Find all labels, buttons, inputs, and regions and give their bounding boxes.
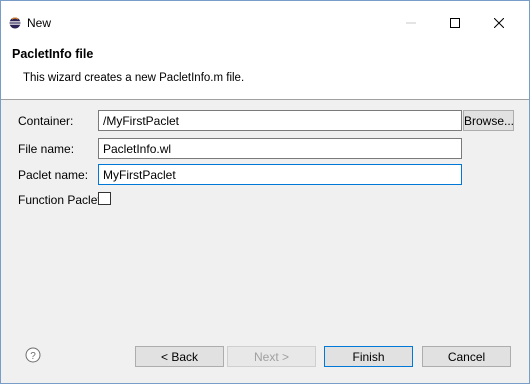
browse-button[interactable]: Browse... [463, 110, 514, 131]
finish-button[interactable]: Finish [324, 346, 413, 367]
container-label: Container: [18, 114, 74, 128]
minimize-button[interactable] [389, 9, 433, 37]
svg-text:?: ? [30, 351, 36, 362]
file-name-label: File name: [18, 142, 75, 156]
page-description: This wizard creates a new PacletInfo.m f… [23, 72, 245, 84]
next-button[interactable]: Next > [227, 346, 316, 367]
paclet-name-label: Paclet name: [18, 168, 89, 182]
help-icon[interactable]: ? [25, 347, 41, 363]
new-wizard-dialog: New PacletInfo file This wizard creates … [0, 0, 530, 384]
minimize-icon [406, 22, 416, 24]
container-input[interactable] [98, 110, 462, 131]
close-icon [494, 18, 504, 28]
function-paclet-checkbox[interactable] [98, 192, 111, 205]
page-title: PacletInfo file [12, 47, 94, 61]
function-paclet-label: Function Paclet: [18, 193, 105, 207]
header-divider [1, 99, 529, 100]
close-button[interactable] [477, 9, 521, 37]
paclet-name-input[interactable] [98, 164, 462, 185]
eclipse-icon [9, 17, 21, 29]
wizard-header: PacletInfo file This wizard creates a ne… [1, 37, 529, 99]
maximize-icon [450, 18, 460, 28]
cancel-button[interactable]: Cancel [422, 346, 511, 367]
back-button[interactable]: < Back [135, 346, 224, 367]
maximize-button[interactable] [433, 9, 477, 37]
file-name-input[interactable] [98, 138, 462, 159]
window-title: New [27, 16, 52, 30]
